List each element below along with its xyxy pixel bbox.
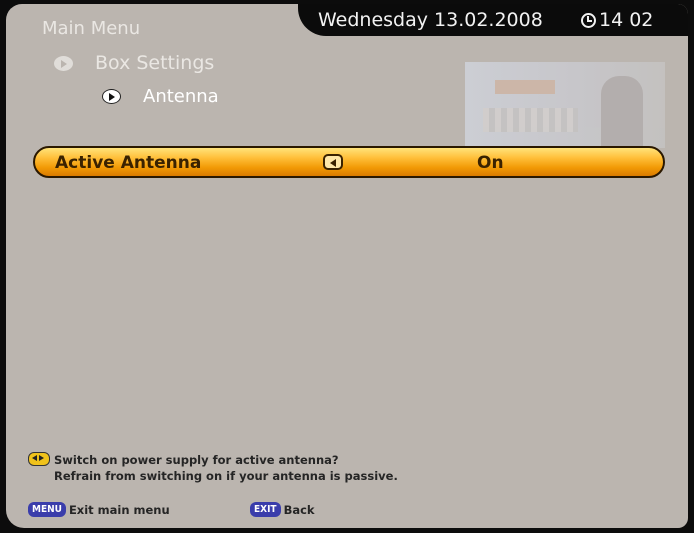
arrow-right-icon — [102, 89, 121, 104]
breadcrumb-box-settings: Box Settings — [54, 52, 214, 74]
date-display: Wednesday 13.02.2008 — [318, 9, 543, 31]
preview-banner — [495, 80, 555, 94]
exit-hint-label: Back — [283, 502, 315, 517]
clock-icon — [581, 12, 596, 28]
breadcrumb-label: Antenna — [143, 86, 219, 107]
footer-exit-hint[interactable]: EXIT Back — [250, 502, 315, 517]
help-line-2: Refrain from switching on if your antenn… — [54, 469, 398, 483]
option-value[interactable]: On — [477, 153, 504, 173]
footer-menu-hint[interactable]: MENU Exit main menu — [28, 502, 170, 517]
preview-presenter — [601, 76, 643, 148]
left-arrow-icon[interactable] — [323, 154, 343, 170]
menu-key-icon[interactable]: MENU — [28, 502, 66, 517]
option-active-antenna[interactable]: Active Antenna On — [33, 146, 665, 178]
breadcrumb-antenna: Antenna — [102, 86, 219, 107]
preview-graphic — [483, 108, 578, 132]
time-value: 14 02 — [599, 9, 654, 31]
help-line1-text: Switch on power supply for active antenn… — [54, 453, 339, 467]
menu-hint-label: Exit main menu — [68, 502, 170, 517]
menu-screen: Wednesday 13.02.2008 14 02 Main Menu Box… — [6, 4, 688, 528]
tv-preview-window — [465, 62, 665, 148]
exit-key-icon[interactable]: EXIT — [250, 502, 281, 517]
breadcrumb-label: Box Settings — [95, 52, 215, 74]
arrow-right-icon — [54, 55, 73, 71]
time-display: 14 02 — [581, 9, 653, 31]
help-text: Switch on power supply for active antenn… — [28, 452, 398, 484]
option-label: Active Antenna — [55, 153, 202, 173]
help-line-1: Switch on power supply for active antenn… — [28, 452, 398, 468]
left-right-icon — [28, 452, 50, 466]
page-title: Main Menu — [42, 18, 141, 39]
